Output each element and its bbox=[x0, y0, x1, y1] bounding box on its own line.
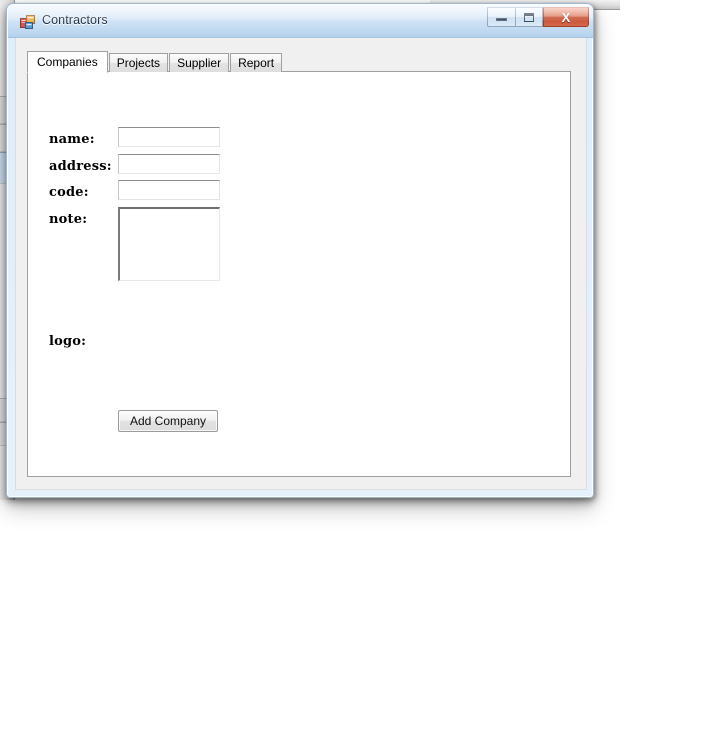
tab-companies[interactable]: Companies bbox=[27, 51, 108, 73]
tab-strip: Companies Projects Supplier Report bbox=[27, 51, 283, 73]
title-bar[interactable]: Contractors X bbox=[8, 5, 593, 38]
window-title: Contractors bbox=[42, 13, 108, 27]
close-icon: X bbox=[561, 9, 571, 25]
tab-page-companies: name: address: code: note: logo: Add Com… bbox=[27, 71, 571, 477]
tab-companies-label: Companies bbox=[37, 55, 98, 69]
maximize-icon bbox=[524, 12, 534, 22]
note-input[interactable] bbox=[118, 207, 220, 281]
minimize-button[interactable] bbox=[487, 7, 515, 27]
code-input[interactable] bbox=[118, 180, 220, 200]
logo-label: logo: bbox=[49, 334, 87, 349]
tab-report-label: Report bbox=[238, 56, 275, 70]
tab-projects[interactable]: Projects bbox=[108, 53, 169, 72]
window-frame: Contractors X Companies Projects Supplie… bbox=[7, 4, 593, 497]
tab-control: Companies Projects Supplier Report name:… bbox=[27, 51, 571, 477]
tab-supplier-label: Supplier bbox=[177, 56, 222, 70]
add-company-button[interactable]: Add Company bbox=[118, 410, 218, 432]
address-label: address: bbox=[49, 159, 112, 174]
form-client-area: Companies Projects Supplier Report name:… bbox=[15, 38, 587, 490]
winforms-app-icon bbox=[20, 14, 36, 30]
name-input[interactable] bbox=[118, 127, 220, 147]
contractors-window[interactable]: Contractors X Companies Projects Supplie… bbox=[6, 3, 594, 498]
minimize-icon bbox=[496, 18, 507, 21]
desktop-background: Contractors X Companies Projects Supplie… bbox=[0, 0, 720, 748]
note-label: note: bbox=[49, 212, 88, 227]
address-input[interactable] bbox=[118, 154, 220, 174]
tab-supplier[interactable]: Supplier bbox=[169, 53, 230, 72]
name-label: name: bbox=[49, 132, 95, 147]
tab-projects-label: Projects bbox=[116, 56, 161, 70]
maximize-button[interactable] bbox=[515, 7, 543, 27]
tab-report[interactable]: Report bbox=[230, 53, 283, 72]
close-button[interactable]: X bbox=[543, 7, 589, 27]
caption-buttons: X bbox=[487, 7, 589, 28]
code-label: code: bbox=[49, 185, 89, 200]
